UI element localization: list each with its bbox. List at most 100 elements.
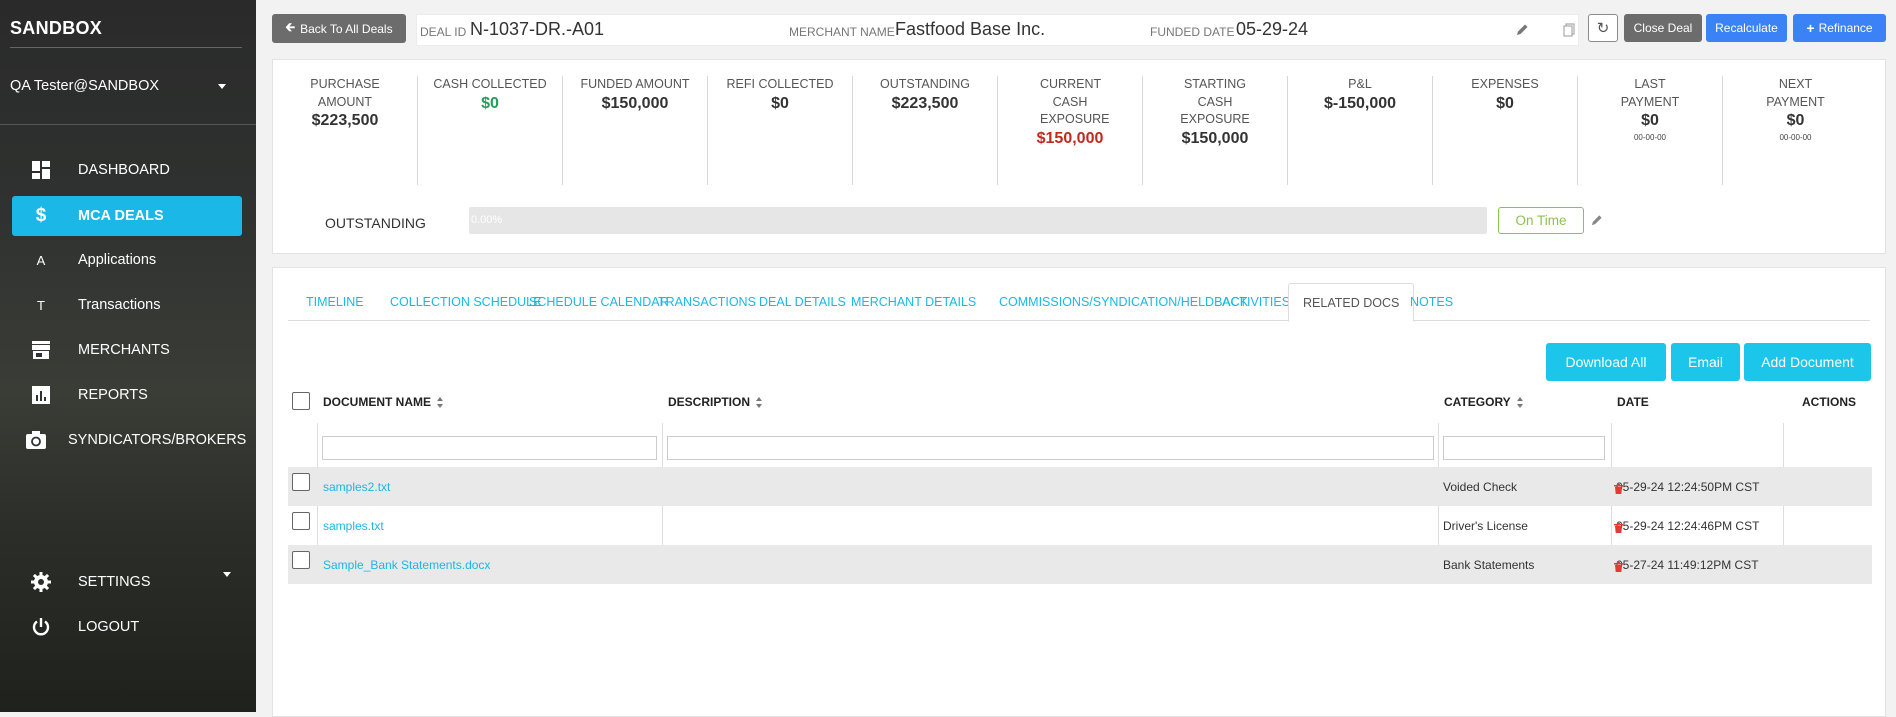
sort-icon[interactable]: [1516, 396, 1524, 408]
brand-title: SANDBOX: [10, 18, 103, 38]
refresh-icon: ↻: [1596, 20, 1610, 37]
column-header-description[interactable]: DESCRIPTION: [668, 395, 763, 409]
dollar-icon: $: [35, 205, 47, 226]
outstanding-label: OUTSTANDING: [325, 215, 426, 231]
sidebar-item-syndicators-brokers[interactable]: SYNDICATORS/BROKERS: [12, 420, 246, 460]
divider: [0, 124, 256, 125]
table-row: samples.txt Driver's License 05-29-24 12…: [288, 506, 1872, 545]
document-category: Driver's License: [1443, 519, 1528, 533]
tab-deal-details[interactable]: DEAL DETAILS: [759, 295, 846, 309]
sidebar-item-dashboard[interactable]: DASHBOARD: [12, 150, 242, 190]
caret-down-icon[interactable]: [223, 572, 231, 577]
divider: [10, 47, 242, 48]
stat-label: STARTING CASH EXPOSURE: [1180, 77, 1250, 126]
close-deal-button[interactable]: Close Deal: [1624, 14, 1702, 42]
refresh-button[interactable]: ↻: [1588, 14, 1618, 42]
sort-icon[interactable]: [756, 396, 763, 408]
copy-icon[interactable]: [1563, 23, 1575, 42]
add-document-button[interactable]: Add Document: [1744, 343, 1871, 381]
stat-label: REFI COLLECTED: [726, 77, 834, 91]
trash-icon[interactable]: [1614, 559, 1623, 577]
store-icon: [26, 340, 56, 360]
stat-current-cash-exposure: CURRENT CASH EXPOSURE $150,000: [998, 76, 1143, 185]
tab-related-docs[interactable]: RELATED DOCS: [1288, 283, 1415, 322]
row-checkbox[interactable]: [292, 473, 310, 491]
stat-value: $150,000: [1036, 129, 1104, 147]
pencil-icon[interactable]: [1591, 213, 1603, 231]
category-filter[interactable]: [1443, 436, 1605, 460]
email-button[interactable]: Email: [1671, 343, 1740, 381]
deal-stats-panel: PURCHASE AMOUNT $223,500 CASH COLLECTED …: [272, 59, 1886, 254]
trash-icon[interactable]: [1614, 481, 1623, 499]
sidebar-item-settings[interactable]: SETTINGS: [12, 562, 242, 602]
back-to-all-deals-button[interactable]: 🡰 Back To All Deals: [272, 14, 406, 43]
stat-label: OUTSTANDING: [879, 77, 971, 91]
document-date: 05-27-24 11:49:12PM CST: [1616, 558, 1759, 572]
sort-icon[interactable]: [437, 396, 444, 408]
stat-label: CURRENT CASH EXPOSURE: [1040, 77, 1110, 126]
header-label: DESCRIPTION: [668, 395, 751, 409]
column-header-category[interactable]: CATEGORY: [1444, 395, 1524, 409]
tab-activities[interactable]: ACTIVITIES: [1222, 295, 1290, 309]
stat-pl: P&L $-150,000: [1288, 76, 1433, 185]
tab-transactions[interactable]: TRANSACTIONS: [658, 295, 756, 309]
tab-commissions-syndication-heldback[interactable]: COMMISSIONS/SYNDICATION/HELDBACK: [999, 295, 1248, 309]
document-date: 05-29-24 12:24:46PM CST: [1616, 519, 1760, 533]
tab-merchant-details[interactable]: MERCHANT DETAILS: [851, 295, 976, 309]
column-header-document-name[interactable]: DOCUMENT NAME: [323, 395, 444, 409]
sidebar-item-merchants[interactable]: MERCHANTS: [12, 330, 242, 370]
gear-icon: [26, 572, 56, 592]
stat-label: PURCHASE AMOUNT: [310, 77, 380, 109]
stat-outstanding: OUTSTANDING $223,500: [853, 76, 998, 185]
stat-cash-collected: CASH COLLECTED $0: [418, 76, 563, 185]
camera-rotate-icon: [26, 430, 46, 450]
refinance-label: Refinance: [1818, 21, 1873, 35]
stat-value: $-150,000: [1323, 94, 1397, 112]
tab-schedule-calendar[interactable]: SCHEDULE CALENDAR: [529, 295, 669, 309]
recalculate-button[interactable]: Recalculate: [1706, 14, 1787, 42]
deal-info-bar: DEAL ID N-1037-DR.-A01 MERCHANT NAME Fas…: [416, 14, 1579, 46]
tab-timeline[interactable]: TIMELINE: [306, 295, 364, 309]
deal-tabs: TIMELINE COLLECTION SCHEDULE SCHEDULE CA…: [288, 283, 1870, 322]
document-link[interactable]: samples.txt: [323, 519, 384, 533]
sidebar-item-label: LOGOUT: [78, 619, 140, 635]
progress-percent: 0.00%: [471, 214, 503, 226]
related-docs-panel: TIMELINE COLLECTION SCHEDULE SCHEDULE CA…: [272, 267, 1886, 717]
user-menu[interactable]: QA Tester@SANDBOX: [10, 78, 159, 94]
sidebar-item-reports[interactable]: REPORTS: [12, 375, 242, 415]
description-filter[interactable]: [667, 436, 1434, 460]
funded-date-value: 05-29-24: [1236, 19, 1309, 39]
stat-value: $0: [1496, 94, 1514, 112]
stat-next-payment: NEXT PAYMENT $0 00-00-00: [1723, 76, 1868, 185]
caret-down-icon[interactable]: [218, 84, 226, 89]
document-link[interactable]: samples2.txt: [323, 480, 390, 494]
header-label: CATEGORY: [1444, 395, 1511, 409]
pencil-icon[interactable]: [1516, 23, 1529, 41]
column-header-actions: ACTIONS: [1802, 395, 1856, 409]
sidebar-item-label: DASHBOARD: [78, 162, 170, 178]
stat-value: $223,500: [891, 94, 959, 112]
document-category: Voided Check: [1443, 480, 1518, 494]
download-all-button[interactable]: Download All: [1546, 343, 1666, 381]
tab-collection-schedule[interactable]: COLLECTION SCHEDULE: [390, 295, 541, 309]
deal-id-label: DEAL ID: [420, 25, 467, 39]
funded-date-label: FUNDED DATE: [1150, 25, 1235, 39]
stat-label: EXPENSES: [1471, 77, 1539, 91]
tab-notes[interactable]: NOTES: [1410, 295, 1453, 309]
sidebar-item-logout[interactable]: LOGOUT: [12, 607, 242, 647]
table-row: Sample_Bank Statements.docx Bank Stateme…: [288, 545, 1872, 584]
select-all-checkbox[interactable]: [292, 392, 310, 410]
stat-value: $0: [771, 94, 789, 112]
power-icon: [26, 617, 56, 637]
row-checkbox[interactable]: [292, 512, 310, 530]
sidebar-item-mca-deals[interactable]: $ MCA DEALS: [12, 196, 242, 236]
sidebar-item-applications[interactable]: A Applications: [12, 240, 242, 280]
sidebar-item-transactions[interactable]: T Transactions: [12, 285, 242, 325]
letter-a-icon: A: [36, 252, 46, 268]
merchant-name-value: Fastfood Base Inc.: [895, 19, 1046, 39]
trash-icon[interactable]: [1614, 520, 1623, 538]
document-link[interactable]: Sample_Bank Statements.docx: [323, 558, 490, 572]
row-checkbox[interactable]: [292, 551, 310, 569]
refinance-button[interactable]: + Refinance: [1793, 14, 1886, 42]
document-name-filter[interactable]: [322, 436, 657, 460]
